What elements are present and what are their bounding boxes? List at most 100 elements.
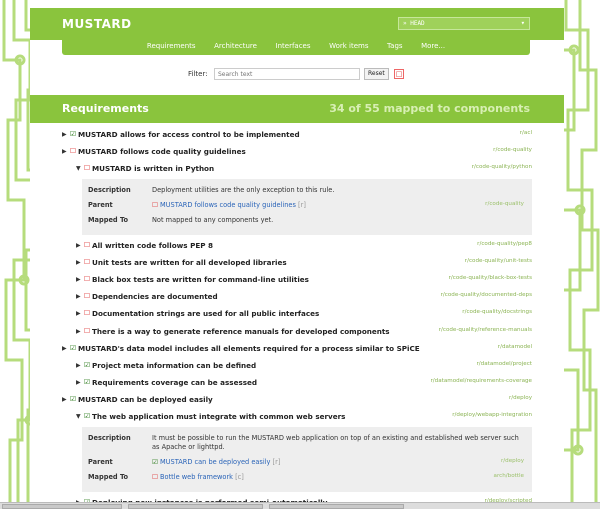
requirements-tree: ▶ ☑ MUSTARD allows for access control to b… xyxy=(30,127,564,509)
requirement-row[interactable]: ▼ ☑ The web application must integrate wit… xyxy=(30,409,564,426)
parent-path[interactable]: r/deploy xyxy=(501,458,524,464)
clear-filter-icon[interactable]: □ xyxy=(394,69,404,79)
parent-ref[interactable]: [r] xyxy=(273,458,281,466)
requirement-title[interactable]: Project meta information can be defined xyxy=(92,361,256,370)
unchecked-box-icon: ☐ xyxy=(83,240,91,249)
detail-description: Description Deployment utilities are the… xyxy=(88,185,335,194)
expand-triangle-icon[interactable]: ▶ xyxy=(76,362,81,369)
requirement-path[interactable]: r/code-quality/python xyxy=(472,164,532,170)
detail-parent: Parent ☑ MUSTARD can be deployed easily … xyxy=(88,457,524,466)
expand-triangle-icon[interactable]: ▶ xyxy=(62,345,67,352)
requirement-path[interactable]: r/datamodel xyxy=(498,344,532,350)
requirement-row[interactable]: ▶ ☑ MUSTARD allows for access control to b… xyxy=(30,127,564,144)
nav-architecture[interactable]: Architecture xyxy=(214,42,257,50)
requirement-path[interactable]: r/code-quality/unit-tests xyxy=(465,258,532,264)
collapse-triangle-icon[interactable]: ▼ xyxy=(76,413,81,420)
mapped-component-link[interactable]: Bottle web framework xyxy=(160,473,233,481)
expand-triangle-icon[interactable]: ▶ xyxy=(76,379,81,386)
requirement-title[interactable]: MUSTARD can be deployed easily xyxy=(78,395,213,404)
requirement-path[interactable]: r/code-quality/black-box-tests xyxy=(449,275,532,281)
requirement-row[interactable]: ▶ ☑ MUSTARD can be deployed easily r/deploy xyxy=(30,392,564,409)
requirement-path[interactable]: r/code-quality/docstrings xyxy=(462,309,532,315)
nav-work-items[interactable]: Work items xyxy=(329,42,368,50)
brand-logo[interactable]: MUSTARD xyxy=(62,17,132,31)
expand-triangle-icon[interactable]: ▶ xyxy=(62,131,67,138)
nav-more[interactable]: More... xyxy=(421,42,445,50)
requirement-path[interactable]: r/code-quality xyxy=(493,147,532,153)
requirement-title[interactable]: All written code follows PEP 8 xyxy=(92,241,213,250)
requirement-row[interactable]: ▶ ☐ All written code follows PEP 8 r/code-q… xyxy=(30,238,564,255)
filter-search-input[interactable] xyxy=(214,68,360,80)
status-segment xyxy=(2,504,122,509)
requirement-row[interactable]: ▶ ☐ Black box tests are written for comman… xyxy=(30,272,564,289)
parent-ref[interactable]: [r] xyxy=(298,201,306,209)
chevron-down-icon: ▾ xyxy=(520,19,525,27)
project-selector[interactable]: » HEAD ▾ xyxy=(398,17,530,30)
unchecked-box-icon: ☐ xyxy=(69,147,77,156)
requirement-path[interactable]: r/datamodel/requirements-coverage xyxy=(430,378,532,384)
top-header: MUSTARD » HEAD ▾ xyxy=(30,8,564,40)
expand-triangle-icon[interactable]: ▶ xyxy=(76,259,81,266)
requirement-path[interactable]: r/deploy xyxy=(509,395,532,401)
collapse-triangle-icon[interactable]: ▼ xyxy=(76,165,81,172)
checked-box-icon: ☑ xyxy=(69,343,77,352)
nav-requirements[interactable]: Requirements xyxy=(147,42,196,50)
requirement-path[interactable]: r/deploy/webapp-integration xyxy=(452,412,532,418)
requirement-title[interactable]: MUSTARD allows for access control to be … xyxy=(78,130,300,139)
requirement-path[interactable]: r/code-quality/documented-deps xyxy=(441,292,532,298)
filter-label: Filter: xyxy=(188,70,208,78)
mapped-status: Not mapped to any components yet. xyxy=(152,215,274,224)
parent-link[interactable]: MUSTARD can be deployed easily xyxy=(160,458,270,466)
expand-triangle-icon[interactable]: ▶ xyxy=(76,242,81,249)
expand-triangle-icon[interactable]: ▶ xyxy=(76,310,81,317)
reset-button[interactable]: Reset xyxy=(364,68,389,80)
requirement-path[interactable]: r/code-quality/reference-manuals xyxy=(439,327,532,333)
requirement-path[interactable]: r/datamodel/project xyxy=(476,361,532,367)
requirement-row[interactable]: ▶ ☐ There is a way to generate reference m… xyxy=(30,324,564,341)
requirement-row[interactable]: ▼ ☐ MUSTARD is written in Python r/code-qua… xyxy=(30,161,564,178)
requirement-row[interactable]: ▶ ☑ MUSTARD's data model includes all elem… xyxy=(30,341,564,358)
parent-path[interactable]: r/code-quality xyxy=(485,201,524,207)
requirement-title[interactable]: Black box tests are written for command-… xyxy=(92,275,309,284)
nav-tags[interactable]: Tags xyxy=(387,42,403,50)
unchecked-box-icon: ☐ xyxy=(83,326,91,335)
requirement-title[interactable]: MUSTARD is written in Python xyxy=(92,164,214,173)
expand-triangle-icon[interactable]: ▶ xyxy=(76,276,81,283)
unchecked-box-icon: ☐ xyxy=(83,257,91,266)
main-navigation: Requirements Architecture Interfaces Wor… xyxy=(62,37,530,55)
requirement-title[interactable]: Documentation strings are used for all p… xyxy=(92,309,319,318)
expand-triangle-icon[interactable]: ▶ xyxy=(76,293,81,300)
nav-interfaces[interactable]: Interfaces xyxy=(276,42,311,50)
project-selector-value: » HEAD xyxy=(403,20,425,27)
expand-triangle-icon[interactable]: ▶ xyxy=(76,328,81,335)
checked-box-icon: ☑ xyxy=(83,378,91,387)
requirement-row[interactable]: ▶ ☐ MUSTARD follows code quality guideline… xyxy=(30,144,564,161)
requirement-title[interactable]: MUSTARD follows code quality guidelines xyxy=(78,147,246,156)
requirement-row[interactable]: ▶ ☑ Requirements coverage can be assessed r… xyxy=(30,375,564,392)
requirement-title[interactable]: Requirements coverage can be assessed xyxy=(92,378,257,387)
expand-triangle-icon[interactable]: ▶ xyxy=(62,148,67,155)
detail-description: Description It must be possible to run t… xyxy=(88,433,519,451)
parent-link[interactable]: MUSTARD follows code quality guidelines xyxy=(160,201,296,209)
requirement-path[interactable]: r/acl xyxy=(520,130,532,136)
unchecked-box-icon: ☐ xyxy=(83,274,91,283)
page-container: MUSTARD » HEAD ▾ Requirements Architectu… xyxy=(30,0,564,509)
requirement-row[interactable]: ▶ ☐ Unit tests are written for all develop… xyxy=(30,255,564,272)
requirements-header: Requirements 34 of 55 mapped to componen… xyxy=(30,95,564,123)
requirement-title[interactable]: MUSTARD's data model includes all elemen… xyxy=(78,344,420,353)
requirement-title[interactable]: Dependencies are documented xyxy=(92,292,218,301)
unchecked-box-icon: ☐ xyxy=(83,292,91,301)
requirement-title[interactable]: There is a way to generate reference man… xyxy=(92,327,390,336)
requirement-row[interactable]: ▶ ☑ Project meta information can be define… xyxy=(30,358,564,375)
requirement-row[interactable]: ▶ ☐ Documentation strings are used for all… xyxy=(30,306,564,323)
requirement-row[interactable]: ▶ ☐ Dependencies are documented r/code-qual… xyxy=(30,289,564,306)
checked-box-icon: ☑ xyxy=(69,130,77,138)
filter-bar: Filter: Reset □ xyxy=(188,68,438,82)
requirement-title[interactable]: The web application must integrate with … xyxy=(92,412,345,421)
mapped-path[interactable]: arch/bottle xyxy=(494,473,524,479)
requirement-path[interactable]: r/code-quality/pep8 xyxy=(477,241,532,247)
unchecked-box-icon: ☐ xyxy=(152,200,158,209)
requirement-title[interactable]: Unit tests are written for all developed… xyxy=(92,258,287,267)
mapped-ref[interactable]: [c] xyxy=(235,473,244,481)
expand-triangle-icon[interactable]: ▶ xyxy=(62,396,67,403)
